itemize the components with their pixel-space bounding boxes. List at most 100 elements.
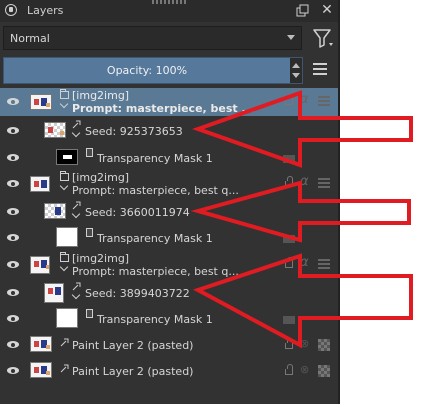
eye-icon[interactable]: [7, 127, 19, 134]
layer-name-line2: Prompt: masterpiece, best ...: [72, 102, 255, 115]
layer-thumbnail: [30, 94, 52, 110]
panel-edge: [338, 0, 340, 404]
eye-icon[interactable]: [7, 367, 19, 374]
chevron-down-icon[interactable]: [71, 128, 81, 138]
layer-row-paint[interactable]: Seed: 3899403722: [0, 279, 338, 306]
lock-icon[interactable]: [285, 338, 293, 349]
chevron-down-icon[interactable]: [71, 209, 81, 219]
blend-mode-select[interactable]: Normal: [3, 26, 302, 50]
mask-lock-icon[interactable]: [283, 316, 295, 324]
layer-row-mask[interactable]: Transparency Mask 1: [0, 305, 338, 332]
eye-icon[interactable]: [7, 180, 19, 187]
alpha-lock-icon[interactable]: α: [300, 255, 309, 270]
eye-icon[interactable]: [7, 341, 19, 348]
lock-icon[interactable]: [285, 364, 293, 375]
inherit-alpha-icon[interactable]: [318, 96, 330, 106]
transparency-checker-icon[interactable]: [318, 339, 330, 351]
paint-layer-icon: [72, 282, 81, 291]
mask-lock-icon[interactable]: [283, 235, 295, 243]
drag-grip-icon[interactable]: [152, 0, 186, 4]
layer-row-mask[interactable]: Transparency Mask 1: [0, 144, 338, 171]
close-icon[interactable]: ✕: [320, 3, 334, 17]
layer-name-line1: [img2img]: [72, 89, 130, 102]
folder-icon: [60, 252, 69, 262]
alpha-lock-icon[interactable]: α: [300, 174, 309, 189]
hamburger-menu-icon[interactable]: [313, 63, 327, 75]
chevron-down-icon[interactable]: [59, 181, 69, 191]
layers-docker: Layers ✕ Normal Opacity: 100% [img2img] …: [0, 0, 338, 404]
layer-row-group[interactable]: [img2img] Prompt: masterpiece, best q...…: [0, 251, 338, 279]
layer-list[interactable]: [img2img] Prompt: masterpiece, best ... …: [0, 88, 338, 404]
alpha-lock-icon[interactable]: α: [300, 92, 309, 107]
transparency-checker-icon[interactable]: [318, 365, 330, 377]
folder-icon: [60, 171, 69, 181]
layer-row-group[interactable]: [img2img] Prompt: masterpiece, best ... …: [0, 88, 338, 116]
chevron-down-icon[interactable]: [59, 99, 69, 109]
spin-up-icon[interactable]: [292, 63, 300, 68]
paint-layer-icon: [60, 364, 69, 373]
layer-row-paint[interactable]: Paint Layer 2 (pasted) ⊗: [0, 357, 338, 384]
layer-row-mask[interactable]: Transparency Mask 1: [0, 224, 338, 251]
layer-name-line1: [img2img]: [72, 252, 130, 265]
layer-name: Transparency Mask 1: [97, 152, 213, 165]
layer-name: Seed: 3660011974: [85, 206, 190, 219]
layer-name: Paint Layer 2 (pasted): [72, 365, 194, 378]
spin-down-icon[interactable]: [292, 73, 300, 78]
float-docker-icon[interactable]: [296, 4, 309, 17]
eye-icon[interactable]: [7, 98, 19, 105]
layer-row-paint[interactable]: Seed: 925373653: [0, 117, 338, 144]
layer-row-paint[interactable]: Paint Layer 2 (pasted) ⊗: [0, 331, 338, 358]
layer-thumbnail: [30, 176, 50, 192]
lock-icon[interactable]: [285, 257, 293, 268]
layer-thumbnail: [44, 283, 64, 303]
eye-icon[interactable]: [7, 208, 19, 215]
inherit-alpha-icon[interactable]: [318, 178, 330, 188]
layer-thumbnail: [30, 256, 50, 274]
layer-thumbnail: [44, 203, 66, 219]
eye-icon[interactable]: [7, 154, 19, 161]
layer-name: Paint Layer 2 (pasted): [72, 339, 194, 352]
mask-thumbnail: [56, 149, 78, 165]
layer-name-line2: Prompt: masterpiece, best q...: [72, 184, 239, 197]
eye-icon[interactable]: [7, 234, 19, 241]
mask-lock-icon[interactable]: [283, 155, 295, 163]
docker-title: Layers: [27, 4, 64, 17]
chevron-down-icon: [287, 35, 295, 40]
lock-icon[interactable]: [285, 94, 293, 105]
opacity-readout: Opacity: 100%: [106, 64, 188, 77]
layer-name: Seed: 3899403722: [85, 287, 190, 300]
paint-layer-icon: [72, 120, 81, 129]
layer-thumbnail: [30, 362, 52, 378]
alpha-lock-icon[interactable]: ⊗: [300, 337, 309, 350]
alpha-lock-icon[interactable]: ⊗: [300, 363, 309, 376]
eye-icon[interactable]: [7, 289, 19, 296]
mask-icon: [86, 148, 93, 157]
opacity-slider[interactable]: Opacity: 100%: [3, 57, 303, 84]
layer-thumbnail: [30, 336, 52, 352]
docker-title-bar[interactable]: Layers ✕: [0, 0, 338, 22]
layer-thumbnail: [44, 122, 66, 138]
mask-thumbnail: [56, 308, 78, 328]
filter-icon[interactable]: [311, 27, 335, 49]
eye-icon[interactable]: [7, 315, 19, 322]
folder-icon: [60, 89, 69, 99]
paint-layer-icon: [60, 338, 69, 347]
paint-layer-icon: [72, 201, 81, 210]
layer-name-line2: Prompt: masterpiece, best q...: [72, 265, 239, 278]
layer-row-paint[interactable]: Seed: 3660011974: [0, 198, 338, 225]
mask-icon: [86, 228, 93, 237]
mask-icon: [86, 309, 93, 318]
opacity-spinner[interactable]: [290, 58, 302, 83]
chevron-down-icon[interactable]: [59, 262, 69, 272]
blend-mode-value: Normal: [10, 32, 50, 45]
lock-icon[interactable]: [285, 176, 293, 187]
layers-docker-icon: [5, 4, 17, 16]
chevron-down-icon[interactable]: [71, 290, 81, 300]
layer-row-group[interactable]: [img2img] Prompt: masterpiece, best q...…: [0, 170, 338, 198]
layer-name: Transparency Mask 1: [97, 313, 213, 326]
layer-name-line1: [img2img]: [72, 171, 130, 184]
eye-icon[interactable]: [7, 261, 19, 268]
mask-thumbnail: [56, 227, 78, 247]
inherit-alpha-icon[interactable]: [318, 259, 330, 269]
layer-name: Transparency Mask 1: [97, 232, 213, 245]
